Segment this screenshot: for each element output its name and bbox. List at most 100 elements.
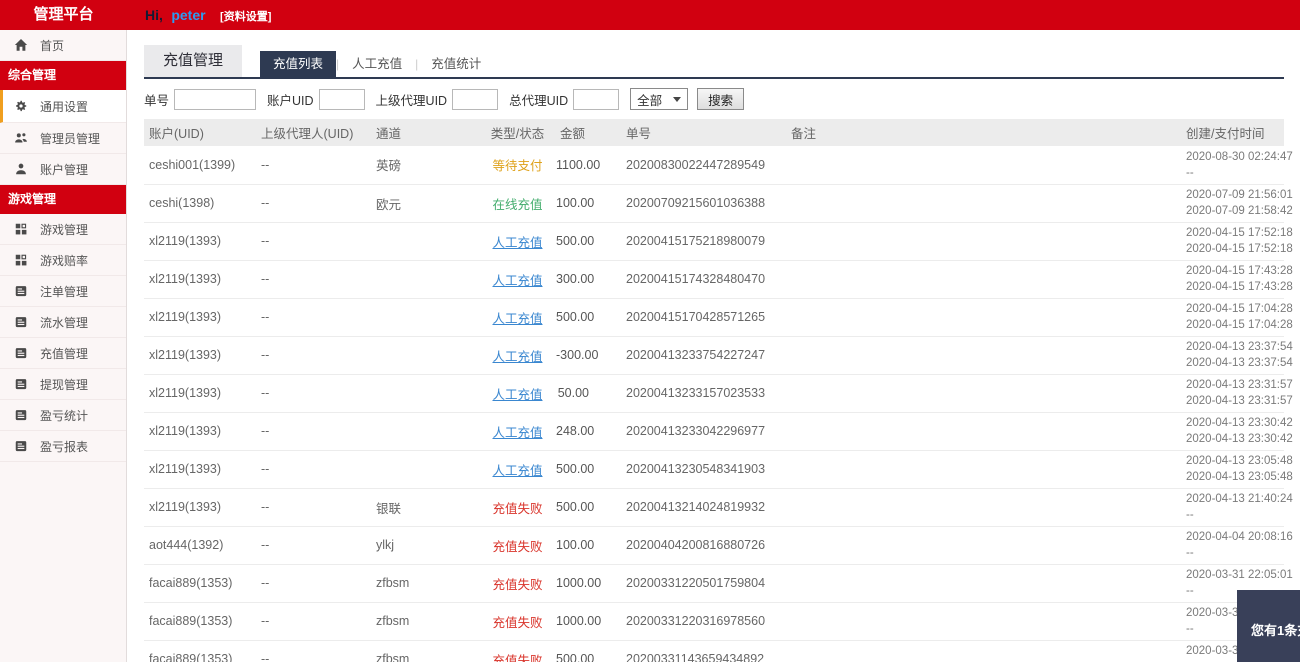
cell-order-no: 20200415174328480470 [619,260,784,299]
tab-recharge-list[interactable]: 充值列表 [260,51,337,77]
cell-remark [784,564,1179,603]
sidebar-section-label: 游戏管理 [8,192,57,206]
col-order-no: 单号 [619,119,784,146]
col-account: 账户(UID) [144,119,254,146]
sidebar-item-account-management[interactable]: 账户管理 [0,154,126,185]
cell-parent-agent: -- [254,222,369,261]
account-uid-input[interactable] [318,88,365,110]
search-button[interactable]: 搜索 [697,88,745,110]
table-row: facai889(1353) -- zfbsm 充值失败 500.00 2020… [144,640,1293,662]
cell-parent-agent: -- [254,146,369,185]
cell-channel [369,412,479,451]
cell-order-no: 20200331143659434892 [619,640,784,662]
sidebar-item-recharge-management[interactable]: 充值管理 [0,338,126,369]
sidebar-item-admin-management[interactable]: 管理员管理 [0,123,126,154]
cell-remark [784,450,1179,489]
list-icon [13,438,29,454]
cell-order-no: 20200404200816880726 [619,526,784,565]
cell-channel [369,260,479,299]
recharge-notification-toast[interactable]: 您有1条充值 [1237,590,1300,662]
tab-manual-recharge[interactable]: 人工充值 [339,51,415,77]
parent-agent-uid-input[interactable] [452,88,499,110]
paid-time: -- [1186,547,1194,559]
status-badge[interactable]: 人工充值 [492,312,542,326]
sidebar-item-withdraw-management[interactable]: 提现管理 [0,369,126,400]
sidebar-item-label: 盈亏报表 [40,439,89,454]
sidebar-item-bet-orders[interactable]: 注单管理 [0,276,126,307]
sidebar-nav: 首页 综合管理 通用设置 管理员管理 账户管理 游戏管理 游戏管理 游戏赔率 注… [0,30,127,662]
cell-parent-agent: -- [254,640,369,662]
created-time: 2020-04-04 20:08:16 [1186,530,1293,543]
cell-created-paid-time: 2020-04-15 17:43:28 2020-04-15 17:43:28 [1179,260,1293,299]
cell-channel: 欧元 [369,184,479,223]
sidebar-section-label: 综合管理 [8,68,57,82]
cell-amount: 1100.00 [549,146,619,185]
cell-channel [369,298,479,337]
sidebar-item-game-management[interactable]: 游戏管理 [0,214,126,245]
table-row: ceshi001(1399) -- 英磅 等待支付 1100.00 202008… [144,146,1293,185]
status-filter-select[interactable]: 全部 [630,88,689,110]
cell-account: xl2119(1393) [144,412,254,451]
created-time: 2020-07-09 21:56:01 [1186,188,1293,201]
list-icon [13,407,29,423]
status-badge[interactable]: 人工充值 [492,350,542,364]
cell-parent-agent: -- [254,298,369,337]
cell-parent-agent: -- [254,374,369,413]
cell-created-paid-time: 2020-04-13 23:30:42 2020-04-13 23:30:42 [1179,412,1293,451]
col-channel: 通道 [369,119,479,146]
cell-order-no: 20200413233754227247 [619,336,784,375]
status-badge[interactable]: 人工充值 [492,388,542,402]
status-badge: 充值失败 [492,653,543,662]
sidebar-item-profit-report[interactable]: 盈亏报表 [0,431,126,462]
created-time: 2020-04-13 23:30:42 [1186,416,1293,429]
cell-created-paid-time: 2020-04-13 23:37:54 2020-04-13 23:37:54 [1179,336,1293,375]
profile-settings-link[interactable]: [资料设置] [220,11,271,23]
cell-parent-agent: -- [254,260,369,299]
cell-account: xl2119(1393) [144,260,254,299]
cell-parent-agent: -- [254,564,369,603]
cell-account: ceshi(1398) [144,184,254,223]
cell-amount: 500.00 [549,640,619,662]
chevron-down-icon [673,96,682,102]
sidebar-item-game-odds[interactable]: 游戏赔率 [0,245,126,276]
status-badge[interactable]: 人工充值 [492,464,542,478]
list-icon [13,376,29,392]
order-no-input[interactable] [174,88,257,110]
cell-channel: 银联 [369,488,479,527]
cell-remark [784,412,1179,451]
cell-created-paid-time: 2020-04-15 17:04:28 2020-04-15 17:04:28 [1179,298,1293,337]
created-time: 2020-04-13 23:37:54 [1186,340,1293,353]
cell-parent-agent: -- [254,488,369,527]
status-badge[interactable]: 人工充值 [492,274,542,288]
cell-order-no: 20200413214024819932 [619,488,784,527]
sidebar-item-turnover-management[interactable]: 流水管理 [0,307,126,338]
cell-account: xl2119(1393) [144,298,254,337]
cell-order-no: 20200830022447289549 [619,146,784,185]
user-icon [13,161,29,177]
paid-time: 2020-04-15 17:04:28 [1186,319,1293,331]
sidebar-section-game-section[interactable]: 游戏管理 [0,185,126,214]
sidebar-item-home[interactable]: 首页 [0,30,126,61]
top-agent-uid-input[interactable] [573,88,620,110]
cell-amount: 500.00 [549,298,619,337]
status-badge[interactable]: 人工充值 [492,236,542,250]
user-greeting: Hi, peter [资料设置] [145,0,271,30]
cell-parent-agent: -- [254,526,369,565]
sidebar-item-label: 盈亏统计 [40,408,89,423]
tab-bar: 充值管理 充值列表 | 人工充值 | 充值统计 [144,45,1284,79]
col-parent-agent: 上级代理人(UID) [254,119,369,146]
cell-remark [784,146,1179,185]
cell-account: aot444(1392) [144,526,254,565]
paid-time: 2020-04-13 23:30:42 [1186,433,1293,445]
sidebar-item-label: 通用设置 [40,99,89,114]
sidebar-item-general-settings[interactable]: 通用设置 [0,90,126,123]
status-badge: 充值失败 [492,615,543,630]
sidebar-section-general-section[interactable]: 综合管理 [0,61,126,90]
cell-created-paid-time: 2020-04-13 23:31:57 2020-04-13 23:31:57 [1179,374,1293,413]
cell-channel [369,450,479,489]
tab-recharge-stats[interactable]: 充值统计 [418,51,494,77]
cell-order-no: 20200415175218980079 [619,222,784,261]
sidebar-item-profit-stats[interactable]: 盈亏统计 [0,400,126,431]
cell-created-paid-time: 2020-04-04 20:08:16 -- [1179,526,1293,565]
status-badge[interactable]: 人工充值 [492,426,542,440]
